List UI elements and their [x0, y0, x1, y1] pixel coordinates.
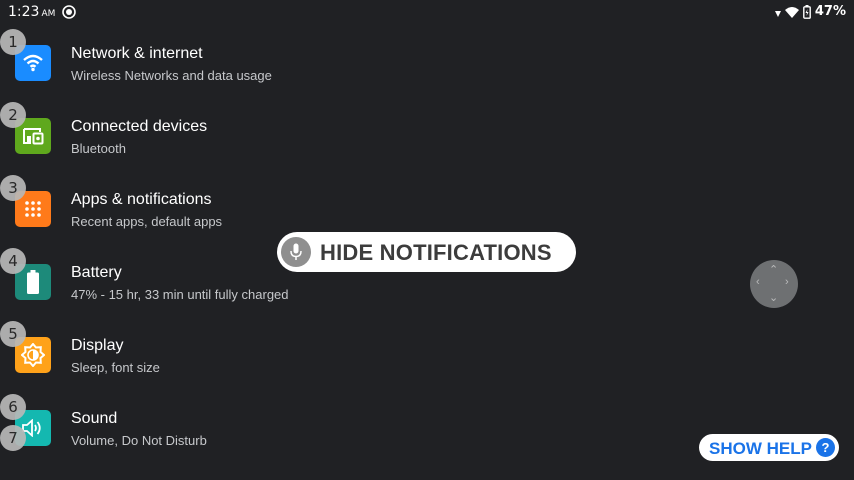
number-badge-3[interactable]: 3 [0, 175, 26, 201]
number-badge-7[interactable]: 7 [0, 425, 26, 451]
item-title: Sound [71, 410, 118, 427]
status-bar: 1:23 AM 47% [0, 0, 854, 24]
clock-time: 1:23 [8, 4, 40, 20]
item-subtitle: Recent apps, default apps [71, 214, 223, 229]
hide-notifications-label: HIDE NOTIFICATIONS [320, 240, 552, 265]
app-notification-icon [62, 5, 76, 19]
settings-item-display[interactable]: Display Sleep, font size [0, 319, 700, 389]
chevron-right-icon[interactable]: › [785, 277, 789, 288]
number-badge-1[interactable]: 1 [0, 29, 26, 55]
number-badge-5[interactable]: 5 [0, 321, 26, 347]
settings-item-network[interactable]: Network & internet Wireless Networks and… [0, 27, 700, 97]
item-subtitle: 47% - 15 hr, 33 min until fully charged [71, 287, 289, 302]
item-title: Connected devices [71, 118, 208, 135]
hide-notifications-button[interactable]: HIDE NOTIFICATIONS [277, 232, 576, 272]
item-title: Battery [71, 264, 122, 281]
chevron-down-icon[interactable]: ⌄ [769, 293, 778, 304]
item-subtitle: Bluetooth [71, 141, 126, 156]
help-question-icon: ? [816, 438, 835, 457]
chevron-left-icon[interactable]: ‹ [756, 277, 760, 288]
item-title: Network & internet [71, 45, 203, 62]
item-subtitle: Sleep, font size [71, 360, 160, 375]
battery-charging-icon [802, 4, 811, 19]
clock-ampm: AM [41, 9, 56, 19]
dpad-control[interactable]: ⌃ ⌄ ‹ › [750, 260, 798, 308]
clock: 1:23 AM [8, 4, 55, 20]
number-badge-2[interactable]: 2 [0, 102, 26, 128]
settings-item-sound[interactable]: Sound Volume, Do Not Disturb [0, 392, 700, 462]
item-title: Apps & notifications [71, 191, 212, 208]
chevron-up-icon[interactable]: ⌃ [769, 265, 778, 276]
signal-icon [774, 10, 781, 17]
number-badge-4[interactable]: 4 [0, 248, 26, 274]
show-help-button[interactable]: SHOW HELP ? [699, 434, 839, 461]
show-help-label: SHOW HELP [709, 439, 812, 458]
status-right-cluster: 47% [774, 4, 846, 19]
number-badge-6[interactable]: 6 [0, 394, 26, 420]
mic-icon [281, 237, 311, 267]
wifi-icon [784, 6, 799, 18]
item-subtitle: Wireless Networks and data usage [71, 68, 272, 83]
item-title: Display [71, 337, 124, 354]
item-subtitle: Volume, Do Not Disturb [71, 433, 207, 448]
battery-percent: 47% [814, 4, 846, 19]
settings-item-connected-devices[interactable]: Connected devices Bluetooth [0, 100, 700, 170]
